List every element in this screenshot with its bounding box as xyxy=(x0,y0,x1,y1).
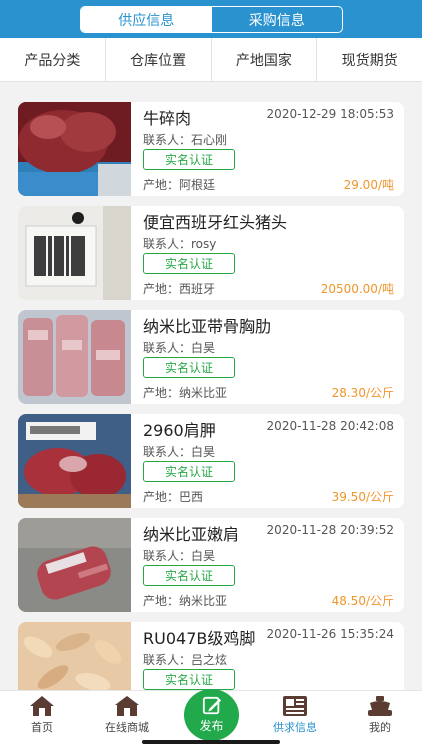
listing-card[interactable]: 便宜西班牙红头猪头 联系人：rosy 实名认证 产地：西班牙 20500.00/… xyxy=(18,206,404,300)
listing-title: 2960肩胛 xyxy=(143,421,216,440)
listing-card[interactable]: 纳米比亚嫩肩 2020-11-28 20:39:52 联系人：白昊 实名认证 产… xyxy=(18,518,404,612)
filter-warehouse-location[interactable]: 仓库位置 xyxy=(106,38,212,81)
mall-icon xyxy=(115,696,139,716)
tab-purchase-info[interactable]: 采购信息 xyxy=(212,7,343,32)
publish-button[interactable]: 发布 xyxy=(184,689,239,741)
home-indicator xyxy=(142,740,280,744)
verified-badge: 实名认证 xyxy=(143,669,235,690)
tab-supply-demand[interactable]: 供求信息 xyxy=(260,695,330,735)
listing-time: 2020-11-26 15:35:24 xyxy=(266,627,394,641)
listing-card[interactable]: 牛碎肉 2020-12-29 18:05:53 联系人：石心刚 实名认证 产地：… xyxy=(18,102,404,196)
edit-icon xyxy=(202,696,221,715)
listing-time: 2020-12-29 18:05:53 xyxy=(266,107,394,121)
tab-supply-info[interactable]: 供应信息 xyxy=(81,7,212,32)
listing-origin: 产地：纳米比亚 xyxy=(143,386,228,400)
listing-origin: 产地：阿根廷 xyxy=(143,178,216,192)
supply-list: 牛碎肉 2020-12-29 18:05:53 联系人：石心刚 实名认证 产地：… xyxy=(0,82,422,690)
listing-contact: 联系人：白昊 xyxy=(143,445,216,459)
verified-badge: 实名认证 xyxy=(143,253,235,274)
filter-bar: 产品分类 仓库位置 产地国家 现货期货 xyxy=(0,38,422,82)
listing-price: 20500.00/吨 xyxy=(320,282,394,296)
newspaper-icon xyxy=(283,696,307,716)
listing-contact: 联系人：石心刚 xyxy=(143,133,228,147)
listing-price: 29.00/吨 xyxy=(343,178,394,192)
product-image-chicken-feet xyxy=(18,622,131,690)
listing-contact: 联系人：吕之炫 xyxy=(143,653,228,667)
tab-home[interactable]: 首页 xyxy=(7,695,77,735)
filter-origin-country[interactable]: 产地国家 xyxy=(212,38,318,81)
product-image-bone-in-brisket xyxy=(18,310,131,404)
tab-online-mall[interactable]: 在线商城 xyxy=(92,695,162,735)
listing-title: 牛碎肉 xyxy=(143,109,192,128)
verified-badge: 实名认证 xyxy=(143,565,235,586)
verified-badge: 实名认证 xyxy=(143,461,235,482)
listing-contact: 联系人：白昊 xyxy=(143,549,216,563)
listing-title: RU047B级鸡脚 xyxy=(143,629,256,648)
listing-price: 39.50/公斤 xyxy=(331,490,394,504)
product-image-shoulder-blade xyxy=(18,414,131,508)
listing-card[interactable]: 2960肩胛 2020-11-28 20:42:08 联系人：白昊 实名认证 产… xyxy=(18,414,404,508)
product-image-tender-shoulder xyxy=(18,518,131,612)
top-header: 供应信息 采购信息 xyxy=(0,0,422,38)
listing-contact: 联系人：白昊 xyxy=(143,341,216,355)
filter-spot-futures[interactable]: 现货期货 xyxy=(317,38,422,81)
verified-badge: 实名认证 xyxy=(143,357,235,378)
listing-price: 28.30/公斤 xyxy=(331,386,394,400)
listing-time: 2020-11-28 20:39:52 xyxy=(266,523,394,537)
tab-mine-label: 我的 xyxy=(369,721,391,734)
tab-mine[interactable]: 我的 xyxy=(345,695,415,735)
listing-contact: 联系人：rosy xyxy=(143,237,217,251)
listing-price: 48.50/公斤 xyxy=(331,594,394,608)
tab-supply-demand-label: 供求信息 xyxy=(273,721,317,734)
listing-title: 纳米比亚嫩肩 xyxy=(143,525,240,544)
filter-product-category[interactable]: 产品分类 xyxy=(0,38,106,81)
publish-label: 发布 xyxy=(199,719,224,733)
segmented-control: 供应信息 采购信息 xyxy=(80,6,343,33)
verified-badge: 实名认证 xyxy=(143,149,235,170)
listing-title: 便宜西班牙红头猪头 xyxy=(143,213,288,232)
home-icon xyxy=(30,696,54,716)
listing-origin: 产地：纳米比亚 xyxy=(143,594,228,608)
tab-online-mall-label: 在线商城 xyxy=(105,721,149,734)
tab-home-label: 首页 xyxy=(31,721,53,734)
product-image-beef-trimmings xyxy=(18,102,131,196)
listing-time: 2020-11-28 20:42:08 xyxy=(266,419,394,433)
product-image-pork-head-box xyxy=(18,206,131,300)
listing-origin: 产地：巴西 xyxy=(143,490,204,504)
listing-title: 纳米比亚带骨胸肋 xyxy=(143,317,272,336)
profile-icon xyxy=(368,696,392,716)
listing-card[interactable]: 纳米比亚带骨胸肋 联系人：白昊 实名认证 产地：纳米比亚 28.30/公斤 xyxy=(18,310,404,404)
listing-card[interactable]: RU047B级鸡脚 2020-11-26 15:35:24 联系人：吕之炫 实名… xyxy=(18,622,404,690)
listing-origin: 产地：西班牙 xyxy=(143,282,216,296)
